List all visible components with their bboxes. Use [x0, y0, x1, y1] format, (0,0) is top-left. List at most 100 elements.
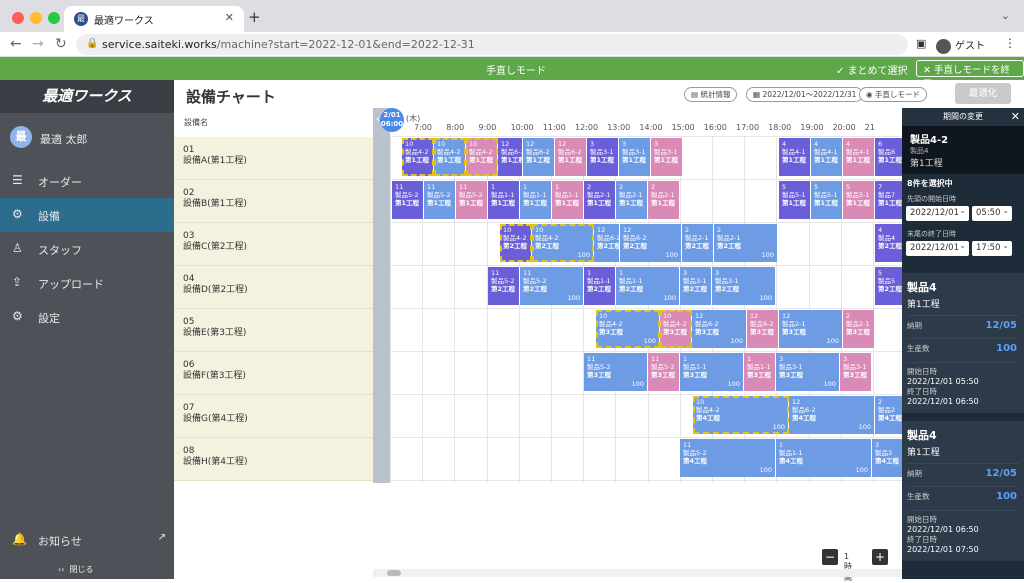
minimize-window-button[interactable]: [30, 12, 42, 24]
job-block[interactable]: 11 製品5-2 第4工程 100: [680, 439, 776, 477]
job-block[interactable]: 5 製品5-1 第1工程: [779, 181, 811, 219]
job-block[interactable]: 5 製品5-1 第1工程: [843, 181, 875, 219]
job-block[interactable]: 2 製品2 第4工程: [875, 396, 902, 434]
optimize-button[interactable]: 最適化: [955, 83, 1011, 104]
horizontal-scrollbar[interactable]: [373, 569, 902, 577]
job-block[interactable]: 3 製品3 第4工程: [872, 439, 902, 477]
job-block[interactable]: 4 製品4-1 第1工程: [779, 138, 811, 176]
close-window-button[interactable]: [12, 12, 24, 24]
job-block[interactable]: 3 製品3-1 第2工程: [680, 267, 712, 305]
job-block[interactable]: 2 製品2-1 第1工程: [648, 181, 680, 219]
job-block[interactable]: 3 製品3-1 第3工程 100: [776, 353, 840, 391]
job-block[interactable]: 3 製品3-1 第2工程 100: [712, 267, 776, 305]
job-block[interactable]: 3 製品3-1 第3工程: [840, 353, 872, 391]
job-block[interactable]: 11 製品5-2 第2工程 100: [520, 267, 584, 305]
machine-row-label[interactable]: 03 設備C(第2工程): [174, 223, 373, 266]
sidebar-item-notices[interactable]: 🔔 お知らせ ↗: [0, 523, 174, 557]
batch-select-toggle[interactable]: ✓ まとめて選択: [836, 62, 908, 77]
job-block[interactable]: 10 製品4-2 第1工程: [434, 138, 466, 176]
forward-icon[interactable]: →: [32, 36, 44, 52]
sidebar-item-settings[interactable]: ⚙ 設定: [0, 300, 174, 334]
edit-mode-button[interactable]: ◉ 手直しモード: [859, 87, 927, 102]
job-block[interactable]: 3 製品3-1 第1工程: [619, 138, 651, 176]
start-time-select[interactable]: 05:50: [972, 206, 1012, 221]
job-block[interactable]: 10 製品4-2 第1工程: [402, 138, 434, 176]
job-block[interactable]: 10 製品4-2 第3工程 100: [596, 310, 660, 348]
order-card[interactable]: 製品4 第1工程 納期 12/05 生産数 100 開始日時 2022/12/01 0…: [902, 273, 1024, 413]
job-block[interactable]: 11 製品5-2 第2工程: [488, 267, 520, 305]
machine-row-label[interactable]: 05 設備E(第3工程): [174, 309, 373, 352]
job-block[interactable]: 3 製品3-1 第1工程: [651, 138, 683, 176]
period-button[interactable]: ▦ 2022/12/01〜2022/12/31: [746, 87, 864, 102]
job-block[interactable]: 1 製品1-1 第3工程 100: [680, 353, 744, 391]
close-icon[interactable]: ✕: [1011, 108, 1020, 126]
job-block[interactable]: 12 製品6-2 第1工程: [498, 138, 523, 176]
order-card[interactable]: 製品4 第1工程 納期 12/05 生産数 100 開始日時 2022/12/01 0…: [902, 421, 1024, 561]
job-block[interactable]: 4 製品4 第2工程: [875, 224, 902, 262]
machine-row-label[interactable]: 06 設備F(第3工程): [174, 352, 373, 395]
job-block[interactable]: 10 製品4-2 第2工程 100: [532, 224, 594, 262]
reload-icon[interactable]: ↻: [55, 36, 67, 52]
scrollbar-thumb[interactable]: [387, 570, 401, 576]
job-block[interactable]: 10 製品4-2 第4工程 100: [693, 396, 789, 434]
job-block[interactable]: 11 製品5-2 第1工程: [424, 181, 456, 219]
job-block[interactable]: 5 製品5-1 第1工程: [811, 181, 843, 219]
zoom-out-button[interactable]: −: [822, 549, 838, 565]
job-block[interactable]: 12 製品6-2 第1工程: [555, 138, 587, 176]
gantt-chart[interactable]: (木) 7:00 8:00 9:00 10:00 11:00 12:00 13:00 14:0…: [390, 108, 902, 483]
job-block[interactable]: 2 製品2-1 第3工程: [843, 310, 875, 348]
back-icon[interactable]: ←: [10, 36, 22, 52]
job-block[interactable]: 11 製品5-2 第3工程: [648, 353, 680, 391]
job-block[interactable]: 11 製品5-2 第3工程 100: [584, 353, 648, 391]
zoom-in-button[interactable]: +: [872, 549, 888, 565]
job-block[interactable]: 1 製品1-1 第4工程 100: [776, 439, 872, 477]
new-tab-icon[interactable]: +: [248, 8, 261, 26]
job-block[interactable]: 10 製品4-2 第2工程: [500, 224, 532, 262]
job-block[interactable]: 1 製品1-1 第2工程 100: [616, 267, 680, 305]
job-block[interactable]: 1 製品1-1 第2工程: [584, 267, 616, 305]
user-profile[interactable]: 最 最適 太郎: [0, 118, 174, 158]
exit-edit-mode-button[interactable]: ✕ 手直しモードを終了: [916, 60, 1024, 90]
sidebar-item-staff[interactable]: ♙ スタッフ: [0, 232, 174, 266]
sidebar-item-orders[interactable]: ☰ オーダー: [0, 164, 174, 198]
job-block[interactable]: 1 製品1-1 第3工程: [744, 353, 776, 391]
sidebar-item-equipment[interactable]: ⚙ 設備: [0, 198, 174, 232]
job-block[interactable]: 10 製品4-2 第3工程: [660, 310, 692, 348]
job-block[interactable]: 1 製品1-1 第1工程: [520, 181, 552, 219]
collapse-sidebar-button[interactable]: ‹‹ 閉じる: [58, 564, 93, 575]
job-block[interactable]: 11 製品5-2 第1工程: [392, 181, 424, 219]
url-input[interactable]: 🔒 service.saiteki.works/machine?start=20…: [76, 34, 908, 55]
job-block[interactable]: 4 製品4-1 第1工程: [843, 138, 875, 176]
chevron-down-icon[interactable]: ⌄: [1001, 9, 1010, 22]
maximize-window-button[interactable]: [48, 12, 60, 24]
machine-row-label[interactable]: 02 設備B(第1工程): [174, 180, 373, 223]
job-block[interactable]: 11 製品5-2 第1工程: [456, 181, 488, 219]
stats-button[interactable]: ▤ 統計情報: [684, 87, 738, 102]
machine-row-label[interactable]: 04 設備D(第2工程): [174, 266, 373, 309]
machine-row-label[interactable]: 07 設備G(第4工程): [174, 395, 373, 438]
end-date-select[interactable]: 2022/12/01: [906, 241, 969, 256]
job-block[interactable]: 2 製品2-1 第1工程: [616, 181, 648, 219]
job-block[interactable]: 12 製品6-2 第3工程: [747, 310, 779, 348]
job-block[interactable]: 2 製品2-1 第2工程 100: [714, 224, 778, 262]
job-block[interactable]: 12 製品6-2 第3工程 100: [692, 310, 747, 348]
job-block[interactable]: 12 製品6-2 第2工程: [594, 224, 620, 262]
job-block[interactable]: 4 製品4-1 第1工程: [811, 138, 843, 176]
job-block[interactable]: 1 製品1-1 第1工程: [488, 181, 520, 219]
browser-tab[interactable]: 最 最適ワークス ✕: [64, 6, 244, 32]
profile-button[interactable]: ゲスト: [936, 37, 985, 58]
job-block[interactable]: 1 製品1-1 第1工程: [552, 181, 584, 219]
start-date-select[interactable]: 2022/12/01: [906, 206, 969, 221]
job-block[interactable]: 2 製品2-1 第1工程: [584, 181, 616, 219]
job-block[interactable]: 12 製品6-2 第1工程: [523, 138, 555, 176]
job-block[interactable]: 12 製品6-2 第4工程 100: [789, 396, 875, 434]
app-logo[interactable]: 最適ワークス: [0, 80, 174, 113]
sidebar-toggle-icon[interactable]: ▣: [916, 37, 926, 50]
job-block[interactable]: 7 製品7 第1工程: [875, 181, 902, 219]
job-block[interactable]: 12 製品2-1 第3工程 100: [779, 310, 843, 348]
job-block[interactable]: 2 製品2-1 第2工程: [682, 224, 714, 262]
job-block[interactable]: 5 製品5 第2工程: [875, 267, 902, 305]
machine-row-label[interactable]: 01 設備A(第1工程): [174, 137, 373, 180]
sidebar-item-upload[interactable]: ⇪ アップロード: [0, 266, 174, 300]
end-time-select[interactable]: 17:50: [972, 241, 1012, 256]
